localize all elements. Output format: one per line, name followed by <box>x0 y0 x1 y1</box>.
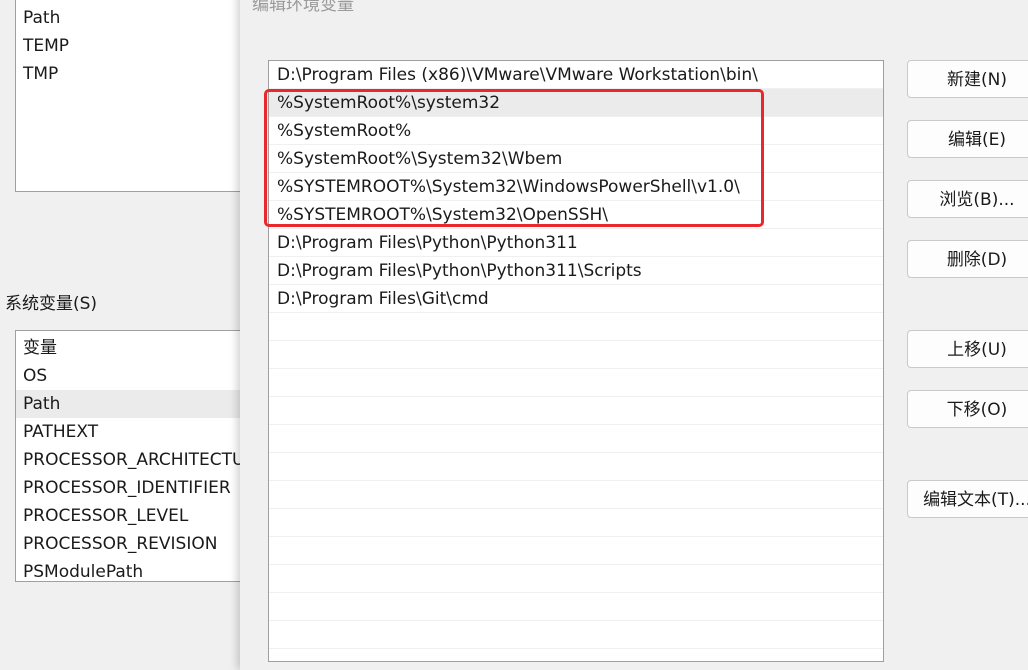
list-item[interactable]: PROCESSOR_LEVEL <box>16 502 256 530</box>
list-item[interactable]: PSModulePath <box>16 558 256 581</box>
list-item[interactable]: Path <box>16 4 256 32</box>
system-variables-label: 系统变量(S) <box>5 294 98 314</box>
browse-button[interactable]: 浏览(B)... <box>907 180 1028 218</box>
empty-path-row[interactable] <box>269 509 883 537</box>
move-up-button[interactable]: 上移(U) <box>907 330 1028 368</box>
list-item[interactable]: TEMP <box>16 32 256 60</box>
delete-button[interactable]: 删除(D) <box>907 240 1028 278</box>
list-item[interactable]: TMP <box>16 60 256 88</box>
list-item[interactable]: PATHEXT <box>16 418 256 446</box>
user-variables-list[interactable]: Path TEMP TMP <box>15 0 257 192</box>
path-entry[interactable]: D:\Program Files (x86)\VMware\VMware Wor… <box>269 61 883 89</box>
environment-variables-window: Path TEMP TMP 系统变量(S) 变量 OS Path PATHEXT… <box>0 0 257 657</box>
list-item-selected[interactable]: Path <box>16 390 256 418</box>
empty-path-row[interactable] <box>269 621 883 649</box>
empty-path-row[interactable] <box>269 649 883 661</box>
empty-path-row[interactable] <box>269 397 883 425</box>
path-entry[interactable]: D:\Program Files\Git\cmd <box>269 285 883 313</box>
empty-path-row[interactable] <box>269 481 883 509</box>
path-entry[interactable]: %SYSTEMROOT%\System32\WindowsPowerShell\… <box>269 173 883 201</box>
list-item[interactable]: PROCESSOR_ARCHITECTU <box>16 446 256 474</box>
edit-environment-variable-dialog: 编辑环境变量 D:\Program Files (x86)\VMware\VMw… <box>240 0 1028 670</box>
empty-path-row[interactable] <box>269 453 883 481</box>
column-header-variable[interactable]: 变量 <box>16 334 256 362</box>
empty-path-row[interactable] <box>269 593 883 621</box>
empty-path-row[interactable] <box>269 369 883 397</box>
empty-path-row[interactable] <box>269 537 883 565</box>
edit-button[interactable]: 编辑(E) <box>907 120 1028 158</box>
list-item[interactable]: PROCESSOR_IDENTIFIER <box>16 474 256 502</box>
path-entry-selected[interactable]: %SystemRoot%\system32 <box>269 89 883 117</box>
dialog-title: 编辑环境变量 <box>252 0 354 15</box>
path-entries-list[interactable]: D:\Program Files (x86)\VMware\VMware Wor… <box>268 60 884 662</box>
edit-text-button[interactable]: 编辑文本(T)... <box>907 480 1028 518</box>
new-button[interactable]: 新建(N) <box>907 60 1028 98</box>
list-item[interactable]: OS <box>16 362 256 390</box>
path-entry[interactable]: D:\Program Files\Python\Python311\Script… <box>269 257 883 285</box>
path-entry[interactable]: %SystemRoot% <box>269 117 883 145</box>
path-entry[interactable]: %SystemRoot%\System32\Wbem <box>269 145 883 173</box>
path-entry[interactable]: D:\Program Files\Python\Python311 <box>269 229 883 257</box>
empty-path-row[interactable] <box>269 341 883 369</box>
empty-path-row[interactable] <box>269 565 883 593</box>
system-variables-list[interactable]: 变量 OS Path PATHEXT PROCESSOR_ARCHITECTU … <box>15 330 257 582</box>
path-entry[interactable]: %SYSTEMROOT%\System32\OpenSSH\ <box>269 201 883 229</box>
empty-path-row[interactable] <box>269 425 883 453</box>
empty-path-row[interactable] <box>269 313 883 341</box>
list-item[interactable]: PROCESSOR_REVISION <box>16 530 256 558</box>
move-down-button[interactable]: 下移(O) <box>907 390 1028 428</box>
